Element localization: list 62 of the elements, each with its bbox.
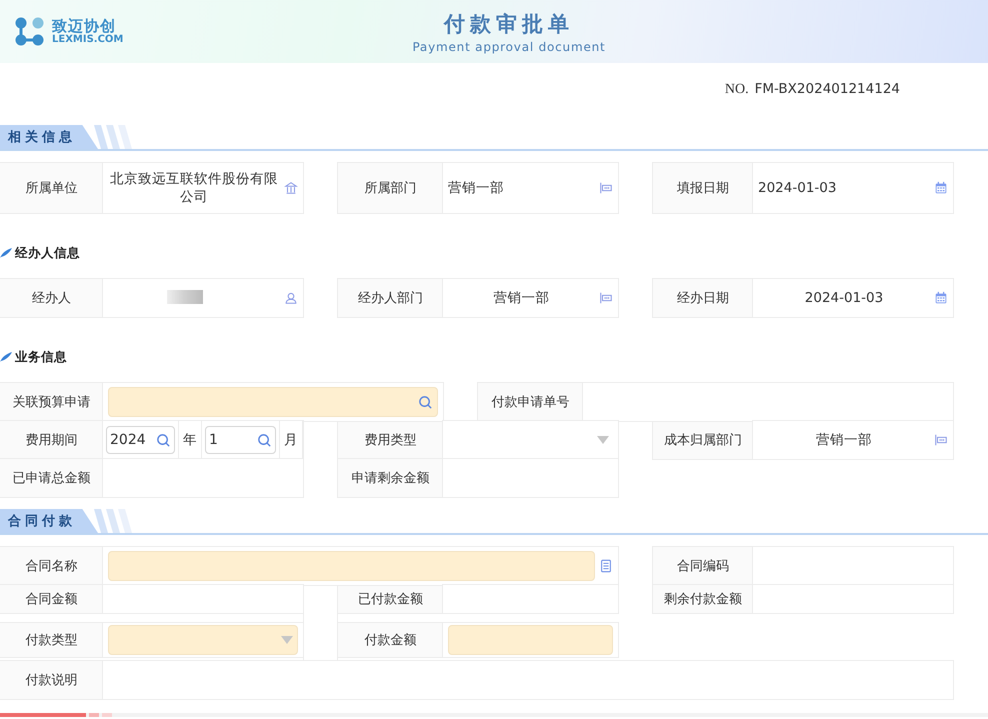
field-label: 填报日期: [653, 163, 753, 213]
document-icon[interactable]: [599, 559, 613, 573]
field-label: 付款类型: [0, 623, 103, 657]
form-title: 付款审批单: [444, 10, 574, 38]
field-label: 已申请总金额: [0, 459, 103, 497]
stripe-decoration: [94, 509, 134, 533]
calendar-icon[interactable]: [934, 291, 948, 305]
caret-icon[interactable]: [597, 436, 609, 444]
field-label: 剩余付款金额: [653, 585, 753, 613]
logo-name: 致迈协创: [52, 18, 116, 34]
field-label: 申请剩余金额: [338, 459, 443, 497]
field-label: 付款申请单号: [478, 383, 583, 421]
subsection-title: 业务信息: [15, 348, 67, 366]
number-prefix: NO.: [724, 82, 749, 98]
field-value: 2024-01-03: [804, 289, 884, 308]
caret-icon[interactable]: [281, 636, 293, 644]
field-label: 费用期间: [0, 421, 103, 459]
org-chart-icon[interactable]: [599, 291, 613, 305]
field-label: 经办人: [0, 279, 103, 317]
document-number: FM-BX202401214124: [754, 81, 900, 97]
person-icon[interactable]: [284, 291, 298, 305]
calendar-icon[interactable]: [934, 181, 948, 195]
field-label: 经办日期: [653, 279, 753, 317]
feather-icon: [0, 248, 12, 258]
field-value: 营销一部: [448, 179, 505, 198]
field-label: 付款金额: [338, 623, 443, 657]
field-label: 合同名称: [0, 547, 103, 585]
select-field[interactable]: [108, 625, 298, 655]
search-icon[interactable]: [156, 432, 172, 448]
logo-icon: [14, 16, 46, 48]
search-icon[interactable]: [257, 432, 272, 448]
input-field[interactable]: [108, 551, 595, 581]
org-chart-icon[interactable]: [599, 181, 613, 195]
field-label: 经办人部门: [338, 279, 443, 317]
form-subtitle: Payment approval document: [412, 40, 606, 54]
field-label: 合同金额: [0, 585, 103, 613]
field-label: 已付款金额: [338, 585, 443, 613]
field-label: 所属单位: [0, 163, 103, 213]
field-label: 合同编码: [653, 547, 753, 585]
field-label: 所属部门: [338, 163, 443, 213]
field-value: 2024-01-03: [758, 179, 838, 198]
org-chart-icon[interactable]: [934, 433, 948, 447]
field-label: 费用类型: [338, 421, 443, 459]
search-icon[interactable]: [418, 394, 433, 410]
section-title: 合同付款: [0, 509, 98, 533]
logo-domain: LEXMIS.COM: [52, 34, 124, 46]
field-value: 北京致远互联软件股份有限公司: [109, 170, 279, 207]
section-title: 相关信息: [0, 125, 98, 149]
lookup-field[interactable]: [108, 387, 438, 417]
input-field[interactable]: [448, 625, 613, 655]
field-label: 关联预算申请: [0, 383, 103, 421]
month-field[interactable]: 1: [205, 426, 276, 454]
bank-icon[interactable]: [284, 181, 298, 195]
field-label: 成本归属部门: [653, 421, 753, 459]
field-value: 营销一部: [815, 431, 873, 450]
field-value: 营销一部: [492, 289, 550, 308]
feather-icon: [0, 352, 12, 362]
redacted-name: [167, 290, 203, 304]
year-field[interactable]: 2024: [106, 426, 176, 454]
field-label: 付款说明: [0, 661, 103, 699]
stripe-decoration: [94, 125, 134, 149]
subsection-title: 经办人信息: [15, 244, 80, 262]
